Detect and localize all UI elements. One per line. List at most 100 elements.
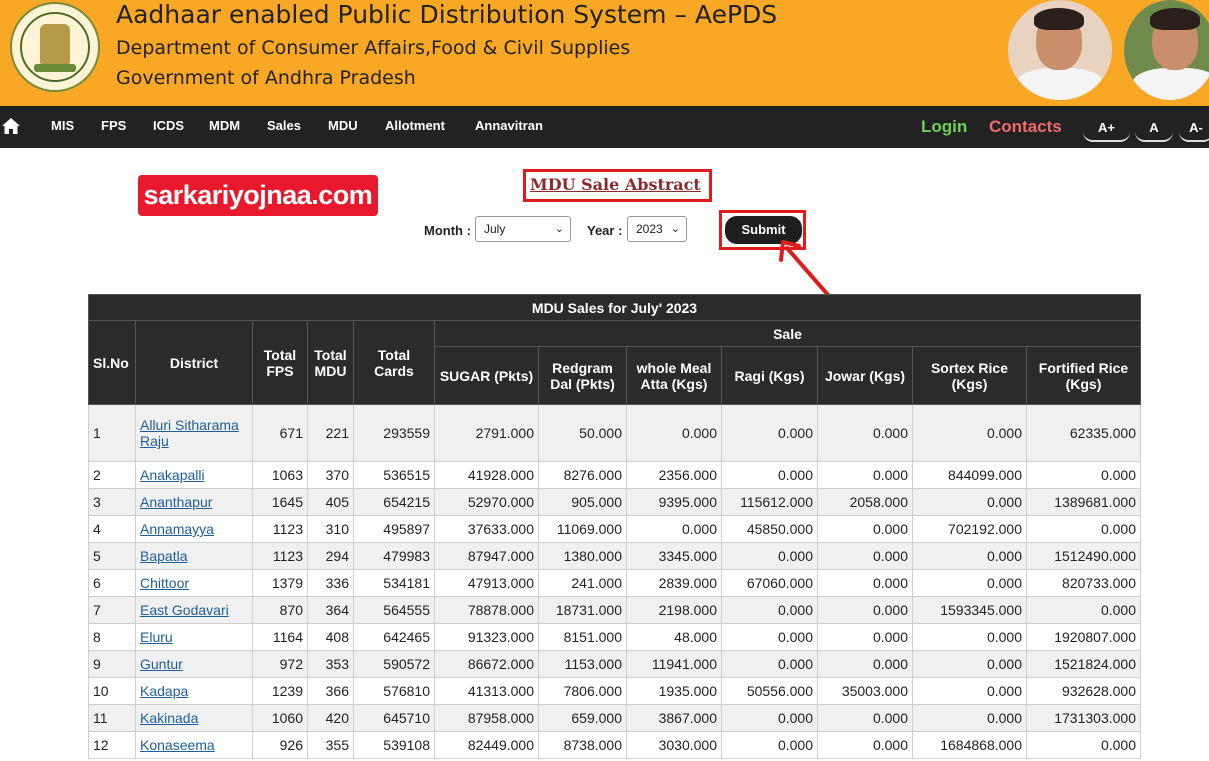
- district-link[interactable]: Eluru: [140, 629, 173, 645]
- cell-district: Alluri Sitharama Raju: [135, 404, 253, 462]
- col-header-redgram: Redgram Dal (Pkts): [538, 346, 627, 405]
- cell-value: 0.000: [1026, 731, 1141, 759]
- nav-item-mdm[interactable]: MDM: [209, 118, 240, 133]
- cell-value: 0.000: [626, 515, 722, 543]
- district-link[interactable]: Kakinada: [140, 710, 198, 726]
- cell-value: 0.000: [912, 542, 1027, 570]
- month-label: Month :: [424, 223, 471, 238]
- cell-value: 2198.000: [626, 596, 722, 624]
- cell-value: 41313.000: [434, 677, 539, 705]
- table-row: 10 Kadapa 1239 366 576810 41313.000 7806.000 19…: [88, 677, 1141, 705]
- col-header-total-fps: Total FPS: [252, 320, 308, 405]
- cell-value: 0.000: [912, 623, 1027, 651]
- month-select[interactable]: July ⌄: [475, 216, 571, 242]
- cell-value: 0.000: [721, 623, 818, 651]
- login-link[interactable]: Login: [921, 117, 967, 137]
- cell-value: 87947.000: [434, 542, 539, 570]
- nav-item-allotment[interactable]: Allotment: [385, 118, 445, 133]
- cell-value: 1153.000: [538, 650, 627, 678]
- table-row: 9 Guntur 972 353 590572 86672.000 1153.000 1194…: [88, 650, 1141, 678]
- nav-item-mdu[interactable]: MDU: [328, 118, 358, 133]
- cell-district: Eluru: [135, 623, 253, 651]
- site-title: Aadhaar enabled Public Distribution Syst…: [116, 0, 778, 29]
- cell-value: 702192.000: [912, 515, 1027, 543]
- cell-value: 1731303.000: [1026, 704, 1141, 732]
- nav-item-fps[interactable]: FPS: [101, 118, 126, 133]
- site-header: Aadhaar enabled Public Distribution Syst…: [0, 0, 1209, 106]
- cell-value: 45850.000: [721, 515, 818, 543]
- cell-value: 0.000: [817, 623, 913, 651]
- cell-value: 1380.000: [538, 542, 627, 570]
- district-link[interactable]: Konaseema: [140, 737, 215, 753]
- table-row: 3 Ananthapur 1645 405 654215 52970.000 905.000…: [88, 488, 1141, 516]
- col-header-sugar: SUGAR (Pkts): [434, 346, 539, 405]
- cell-value: 0.000: [912, 404, 1027, 462]
- contacts-link[interactable]: Contacts: [989, 117, 1062, 137]
- cell-value: 2058.000: [817, 488, 913, 516]
- district-link[interactable]: Anakapalli: [140, 467, 205, 483]
- cell-value: 8276.000: [538, 461, 627, 489]
- cell-value: 576810: [353, 677, 435, 705]
- cell-value: 1521824.000: [1026, 650, 1141, 678]
- table-row: 2 Anakapalli 1063 370 536515 41928.000 8276.00…: [88, 461, 1141, 489]
- district-link[interactable]: Chittoor: [140, 575, 189, 591]
- district-link[interactable]: Guntur: [140, 656, 183, 672]
- cell-slno: 3: [88, 488, 136, 516]
- mdu-sales-table: MDU Sales for July' 2023 Sl.No District …: [88, 294, 1141, 759]
- cell-value: 536515: [353, 461, 435, 489]
- cell-value: 82449.000: [434, 731, 539, 759]
- main-nav: MIS FPS ICDS MDM Sales MDU Allotment Ann…: [0, 106, 1209, 148]
- nav-item-icds[interactable]: ICDS: [153, 118, 184, 133]
- year-label: Year :: [587, 223, 623, 238]
- cell-value: 1063: [252, 461, 308, 489]
- cell-value: 2356.000: [626, 461, 722, 489]
- district-link[interactable]: Kadapa: [140, 683, 188, 699]
- district-link[interactable]: Alluri Sitharama Raju: [140, 417, 239, 449]
- cell-value: 420: [307, 704, 354, 732]
- col-header-district: District: [135, 320, 253, 405]
- cell-value: 932628.000: [1026, 677, 1141, 705]
- font-increase-button[interactable]: A+: [1083, 116, 1130, 142]
- cell-district: Kakinada: [135, 704, 253, 732]
- nav-item-sales[interactable]: Sales: [267, 118, 301, 133]
- nav-item-annavitran[interactable]: Annavitran: [475, 118, 543, 133]
- cell-value: 0.000: [817, 542, 913, 570]
- page-title[interactable]: MDU Sale Abstract: [530, 175, 701, 194]
- font-reset-button[interactable]: A: [1135, 116, 1173, 142]
- cell-value: 534181: [353, 569, 435, 597]
- cell-district: Kadapa: [135, 677, 253, 705]
- cell-value: 0.000: [721, 731, 818, 759]
- cell-value: 50556.000: [721, 677, 818, 705]
- district-link[interactable]: Ananthapur: [140, 494, 212, 510]
- cell-value: 48.000: [626, 623, 722, 651]
- cell-value: 2791.000: [434, 404, 539, 462]
- cell-value: 539108: [353, 731, 435, 759]
- watermark-badge: sarkariyojnaa.com: [138, 175, 378, 216]
- official-photo-1: [1008, 0, 1112, 100]
- cell-value: 353: [307, 650, 354, 678]
- district-link[interactable]: Bapatla: [140, 548, 187, 564]
- cell-value: 3867.000: [626, 704, 722, 732]
- col-header-total-mdu: Total MDU: [307, 320, 354, 405]
- cell-value: 91323.000: [434, 623, 539, 651]
- cell-value: 0.000: [912, 650, 1027, 678]
- table-row: 6 Chittoor 1379 336 534181 47913.000 241.000 28…: [88, 569, 1141, 597]
- chevron-down-icon: ⌄: [554, 223, 564, 235]
- font-decrease-button[interactable]: A-: [1179, 116, 1209, 142]
- table-row: 5 Bapatla 1123 294 479983 87947.000 1380.000 33…: [88, 542, 1141, 570]
- table-caption: MDU Sales for July' 2023: [88, 294, 1141, 321]
- year-select[interactable]: 2023 ⌄: [627, 216, 687, 242]
- cell-value: 671: [252, 404, 308, 462]
- cell-value: 86672.000: [434, 650, 539, 678]
- district-link[interactable]: Annamayya: [140, 521, 214, 537]
- col-header-slno: Sl.No: [88, 320, 136, 405]
- cell-district: Anakapalli: [135, 461, 253, 489]
- cell-value: 221: [307, 404, 354, 462]
- cell-value: 0.000: [817, 731, 913, 759]
- nav-item-mis[interactable]: MIS: [51, 118, 74, 133]
- cell-district: Annamayya: [135, 515, 253, 543]
- district-link[interactable]: East Godavari: [140, 602, 229, 618]
- cell-value: 37633.000: [434, 515, 539, 543]
- home-icon[interactable]: [1, 116, 21, 136]
- cell-slno: 1: [88, 404, 136, 462]
